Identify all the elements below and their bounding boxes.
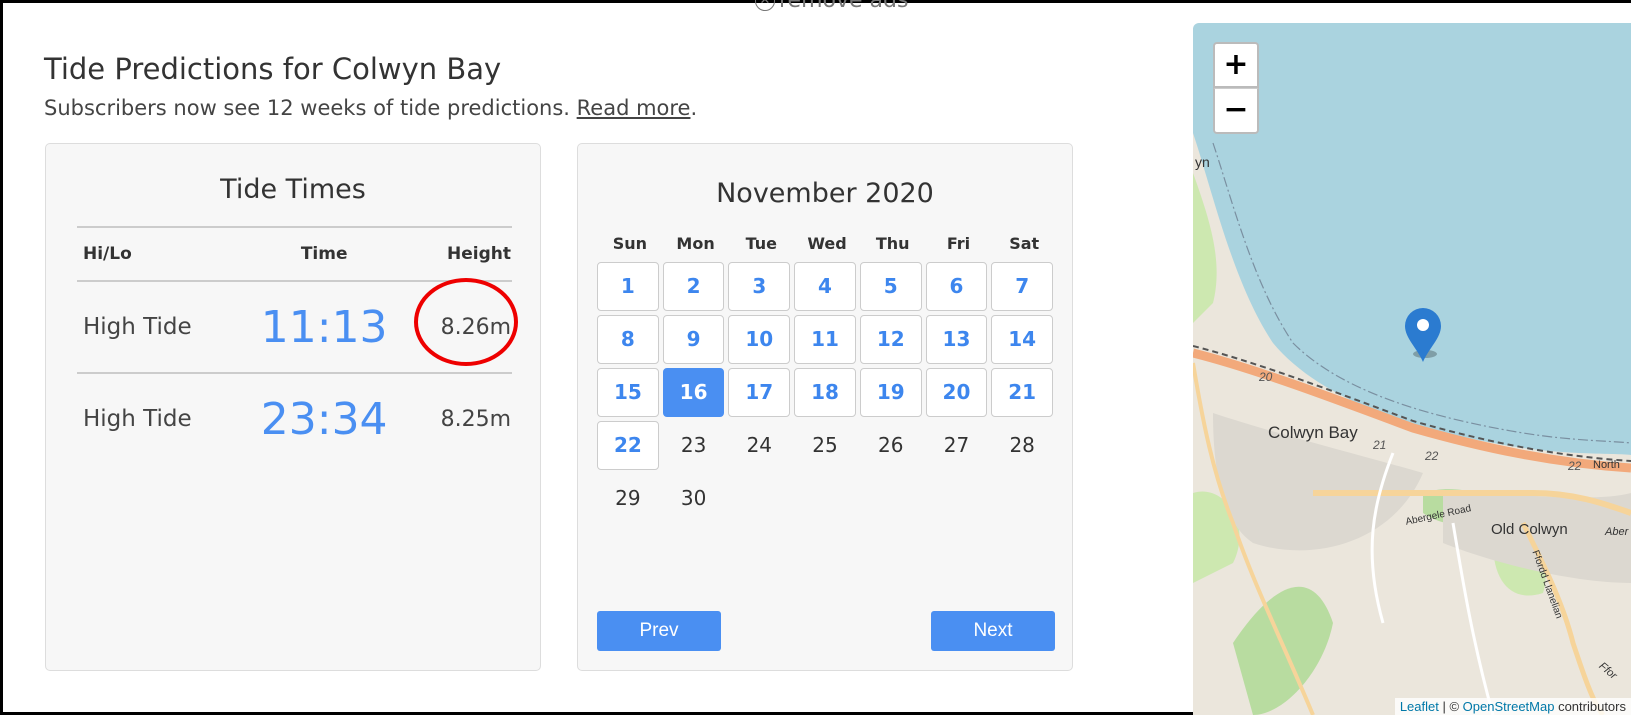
calendar-day-link[interactable]: 18 [794, 368, 856, 417]
calendar-day-link[interactable]: 7 [991, 262, 1054, 311]
calendar-week-row: 15 16 17 18 19 20 21 [597, 368, 1057, 421]
calendar-week-row: 1234567 [597, 262, 1057, 315]
map-pin-icon[interactable] [1405, 308, 1441, 362]
calendar-month-label: November 2020 [716, 178, 934, 209]
weekday-header: Sun [612, 234, 648, 253]
table-row: High Tide 23:34 8.25m [77, 373, 512, 464]
map-label-old-colwyn: Old Colwyn [1491, 521, 1568, 538]
weekday-header: Tue [745, 234, 777, 253]
weekday-header: Mon [676, 234, 715, 253]
weekday-header: Fri [946, 234, 971, 253]
remove-ads-link[interactable]: ✕ remove ads [755, 0, 908, 13]
calendar-day: 26 [878, 433, 904, 457]
calendar-week-row: 29 30 [597, 474, 1057, 527]
calendar-day: 23 [680, 433, 707, 457]
calendar-day-link[interactable]: 5 [859, 262, 922, 311]
calendar-day: 25 [812, 433, 838, 457]
red-circle-annotation [414, 278, 518, 366]
zoom-in-button[interactable]: + [1213, 42, 1259, 88]
calendar-day-link[interactable]: 3 [728, 262, 791, 311]
openstreetmap-link[interactable]: OpenStreetMap [1463, 699, 1555, 714]
calendar-day-link[interactable]: 15 [597, 368, 659, 417]
column-header-time: Time [235, 226, 413, 282]
weekday-header: Thu [875, 234, 910, 253]
calendar-day-link[interactable]: 19 [859, 368, 922, 417]
calendar-day: 24 [746, 433, 773, 457]
calendar-day-selected[interactable]: 16 [662, 368, 725, 417]
map-label-road-22-east: 22 [1568, 459, 1582, 473]
attribution-separator: | © [1438, 699, 1463, 714]
tide-times-heading: Tide Times [220, 174, 366, 205]
map-label-road-20: 20 [1259, 370, 1273, 384]
calendar-day-link[interactable]: 10 [728, 315, 791, 364]
table-header-row: Hi/Lo Time Height [77, 226, 512, 282]
calendar-weeks: 1 2 3 4 5 6 7 8 9 10 11 12 13 14 15 16 17 18 19 20 21 22 23 24 2… [597, 262, 1057, 527]
weekday-header: Sat [1009, 234, 1040, 253]
subtitle: Subscribers now see 12 weeks of tide pre… [44, 96, 697, 120]
map-label-yn: yn [1195, 154, 1210, 170]
next-button[interactable]: Next [931, 611, 1055, 651]
calendar-day-link[interactable]: 17 [728, 368, 791, 417]
calendar-day: 29 [615, 486, 641, 510]
prev-button[interactable]: Prev [597, 611, 721, 651]
subtitle-period: . [690, 96, 698, 120]
calendar-day: 28 [1009, 433, 1035, 457]
calendar-day-link[interactable]: 6 [925, 262, 988, 311]
calendar-day-link[interactable]: 21 [991, 368, 1054, 417]
calendar-day-link[interactable]: 8 [597, 315, 659, 364]
zoom-out-button[interactable]: − [1213, 88, 1259, 134]
leaflet-link[interactable]: Leaflet [1400, 699, 1439, 714]
column-header-height: Height [412, 226, 512, 282]
subtitle-text: Subscribers now see 12 weeks of tide pre… [44, 96, 577, 120]
map-label-colwyn-bay: Colwyn Bay [1268, 423, 1358, 442]
remove-ads-label: remove ads [779, 0, 909, 13]
calendar-day: 30 [680, 486, 707, 510]
tide-time: 23:34 [260, 393, 388, 445]
calendar-day-link[interactable]: 4 [794, 262, 856, 311]
weekday-header-row: Sun Mon Tue Wed Thu Fri Sat [597, 226, 1057, 262]
read-more-link[interactable]: Read more [577, 96, 691, 120]
map-label-road-21: 21 [1373, 438, 1387, 452]
calendar-day: 27 [943, 433, 970, 457]
map-label-north: North [1593, 459, 1620, 471]
map-label-road-22: 22 [1425, 449, 1439, 463]
calendar-day-link[interactable]: 11 [794, 315, 856, 364]
calendar-day-link[interactable]: 12 [859, 315, 922, 364]
calendar-week-row: 8 9 10 11 12 13 14 [597, 315, 1057, 368]
map-label-aber: Aber [1605, 526, 1629, 538]
calendar-day-link[interactable]: 9 [662, 315, 725, 364]
weekday-header: Wed [807, 234, 847, 253]
tide-height: 8.25m [440, 406, 511, 432]
map-attribution: Leaflet | © OpenStreetMap contributors [1394, 698, 1631, 715]
tide-times-panel: Tide Times Hi/Lo Time Height High Tide 1… [45, 143, 541, 671]
tide-type: High Tide [77, 281, 236, 374]
calendar-panel: November 2020 Sun Mon Tue Wed Thu Fri Sat 1234… [577, 143, 1073, 671]
calendar-day-link[interactable]: 13 [925, 315, 988, 364]
calendar-day-link[interactable]: 2 [662, 262, 725, 311]
column-header-hilo: Hi/Lo [77, 226, 236, 282]
calendar-day-link[interactable]: 22 [597, 421, 659, 470]
tide-time: 11:13 [235, 281, 413, 374]
calendar-day-link[interactable]: 14 [991, 315, 1054, 364]
page-title: Tide Predictions for Colwyn Bay [44, 52, 502, 86]
calendar-week-row: 22 23 24 25 26 27 28 [597, 421, 1057, 474]
calendar-day-link[interactable]: 1 [597, 262, 659, 311]
calendar-grid: Sun Mon Tue Wed Thu Fri Sat 1 2 3 4 5 6 7 8 9 10 11 12 13 1… [597, 226, 1057, 527]
attribution-contributors: contributors [1554, 699, 1626, 714]
map[interactable]: + − yn Colwyn Bay Old Colwyn Abergele Ro… [1193, 23, 1631, 715]
tide-type: High Tide [83, 406, 192, 432]
calendar-day-link[interactable]: 20 [925, 368, 988, 417]
close-circle-icon: ✕ [755, 0, 775, 11]
